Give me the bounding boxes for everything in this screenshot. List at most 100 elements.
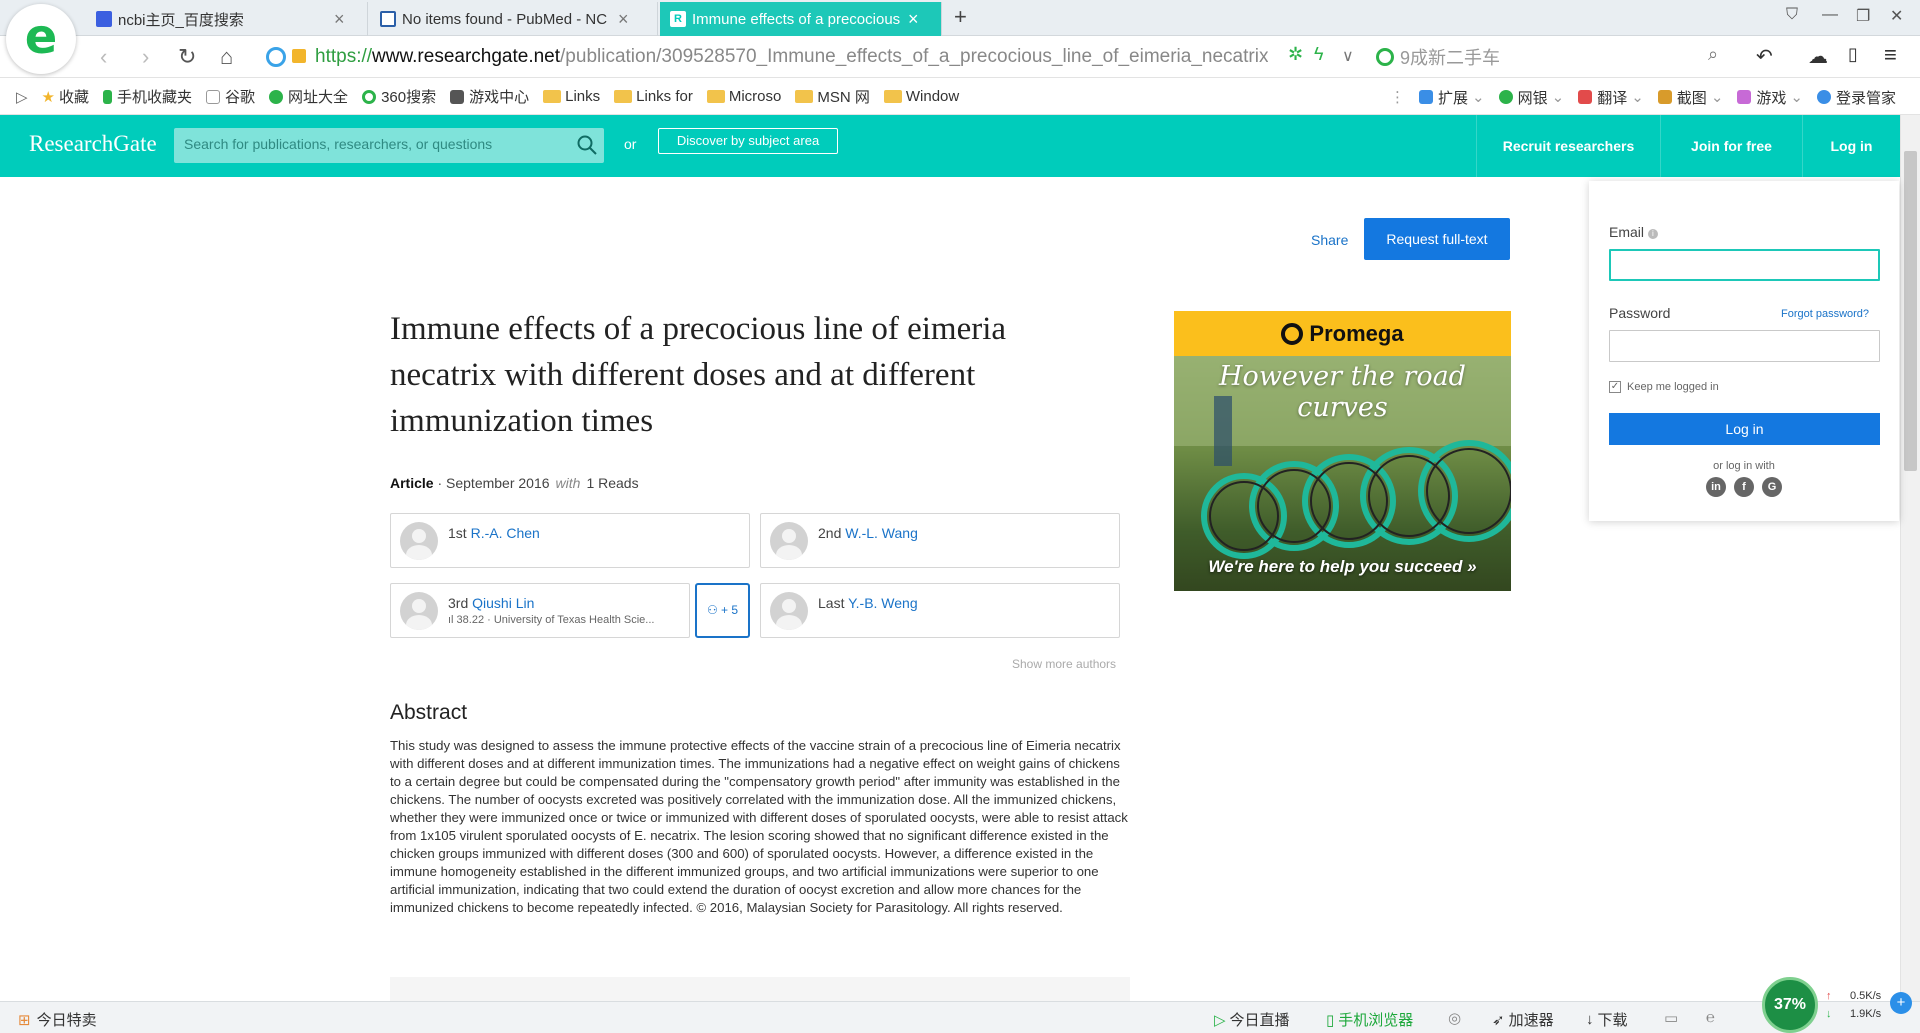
user-icon: ⚇ bbox=[706, 603, 718, 617]
bookmark-google[interactable]: 谷歌 bbox=[206, 86, 255, 107]
info-icon[interactable]: i bbox=[1647, 229, 1658, 239]
gamepad-icon bbox=[1737, 90, 1752, 104]
compass-icon[interactable]: ◎ bbox=[1448, 1009, 1461, 1027]
search-icon[interactable]: ⌕ bbox=[1708, 44, 1718, 65]
daily-deals-link[interactable]: ⊞ 今日特卖 bbox=[18, 1009, 97, 1030]
shirt-icon[interactable]: ⛉ bbox=[1786, 6, 1798, 24]
folder-icon bbox=[706, 90, 725, 103]
bookmarks-bar: ▷ ★ 收藏 手机收藏夹 谷歌 网址大全 360搜索 游戏中心 Links Lin… bbox=[0, 79, 1920, 115]
live-link[interactable]: ▷ 今日直播 bbox=[1214, 1009, 1290, 1030]
bookmark-game-center[interactable]: 游戏中心 bbox=[450, 86, 529, 107]
author-card[interactable]: 2nd W.-L. Wang bbox=[760, 513, 1120, 568]
bookmark-windows[interactable]: Window bbox=[883, 88, 959, 105]
memory-usage-gauge[interactable]: 37% bbox=[1762, 977, 1818, 1033]
author-card[interactable]: 3rd Qiushi Lin ıl 38.22 · University of … bbox=[390, 583, 690, 638]
bookmark-links-for[interactable]: Links for bbox=[614, 88, 693, 105]
avatar bbox=[400, 592, 438, 630]
cloud-icon[interactable]: ☁ bbox=[1808, 44, 1828, 69]
author-name[interactable]: Y.-B. Weng bbox=[848, 595, 918, 611]
join-for-free-link[interactable]: Join for free bbox=[1660, 115, 1802, 177]
author-card[interactable]: 1st R.-A. Chen bbox=[390, 513, 750, 568]
author-name[interactable]: R.-A. Chen bbox=[471, 525, 540, 541]
password-field[interactable] bbox=[1609, 330, 1880, 362]
bookmark-msn[interactable]: MSN 网 bbox=[795, 86, 870, 107]
close-window-button[interactable]: ✕ bbox=[1890, 6, 1903, 26]
ext-extensions[interactable]: 扩展 ⌄ bbox=[1419, 87, 1485, 108]
close-icon[interactable]: × bbox=[334, 9, 345, 30]
linkedin-icon[interactable]: in bbox=[1706, 477, 1726, 497]
recruit-researchers-link[interactable]: Recruit researchers bbox=[1476, 115, 1660, 177]
tab-pubmed[interactable]: No items found - PubMed - NC × bbox=[370, 2, 658, 36]
mobile-browser-link[interactable]: ▯ 手机浏览器 bbox=[1326, 1009, 1413, 1030]
close-icon[interactable]: × bbox=[618, 9, 629, 30]
url-field[interactable]: https://www.researchgate.net/publication… bbox=[315, 42, 1393, 72]
refresh-button[interactable]: ↻ bbox=[178, 44, 196, 70]
accelerator-link[interactable]: ➶ 加速器 bbox=[1492, 1009, 1554, 1030]
more-authors-button[interactable]: ⚇ + 5 bbox=[695, 583, 750, 638]
bookmark-links[interactable]: Links bbox=[543, 88, 600, 105]
bookmark-microsoft[interactable]: Microso bbox=[706, 88, 781, 105]
browser-logo-icon[interactable]: e bbox=[6, 4, 76, 74]
window-icon[interactable]: ▭ bbox=[1664, 1009, 1678, 1027]
site-search-input[interactable]: Search for publications, researchers, or… bbox=[174, 128, 604, 163]
bookmark-site-directory[interactable]: 网址大全 bbox=[269, 86, 348, 107]
email-field[interactable] bbox=[1609, 249, 1880, 281]
search-input[interactable]: 9成新二手车 bbox=[1376, 42, 1726, 72]
tab-researchgate[interactable]: R Immune effects of a precocious × bbox=[660, 2, 942, 36]
notification-icon[interactable]: + bbox=[1890, 992, 1912, 1014]
close-icon[interactable]: × bbox=[908, 9, 919, 30]
forgot-password-link[interactable]: Forgot password? bbox=[1781, 308, 1869, 320]
compat-mode-icon[interactable]: ✲ bbox=[1288, 44, 1303, 65]
baidu-paw-icon bbox=[96, 11, 112, 27]
lightning-icon[interactable]: ϟ bbox=[1314, 44, 1324, 65]
extensions-icon bbox=[1419, 90, 1434, 104]
forward-button[interactable]: › bbox=[142, 44, 149, 70]
ext-login-manager[interactable]: 登录管家 bbox=[1816, 87, 1896, 108]
gift-icon: ⊞ bbox=[18, 1011, 31, 1029]
log-in-link[interactable]: Log in bbox=[1802, 115, 1900, 177]
back-button[interactable]: ‹ bbox=[100, 44, 107, 70]
show-more-authors-link[interactable]: Show more authors bbox=[1012, 657, 1116, 671]
google-icon[interactable]: G bbox=[1762, 477, 1782, 497]
browser-tab-strip: e ncbi主页_百度搜索 × No items found - PubMed … bbox=[0, 0, 1920, 74]
share-link[interactable]: Share bbox=[1311, 232, 1348, 248]
scroll-thumb[interactable] bbox=[1904, 151, 1917, 471]
phone-icon[interactable]: ▯ bbox=[1848, 44, 1858, 65]
login-button[interactable]: Log in bbox=[1609, 413, 1880, 445]
home-button[interactable]: ⌂ bbox=[220, 44, 233, 70]
bookmark-360-search[interactable]: 360搜索 bbox=[362, 86, 436, 107]
folder-icon bbox=[795, 90, 814, 103]
undo-icon[interactable]: ↶ bbox=[1756, 44, 1773, 69]
checkbox-icon[interactable]: ✓ bbox=[1609, 381, 1621, 393]
chevron-down-icon[interactable]: ∨ bbox=[1342, 46, 1354, 66]
tab-baidu[interactable]: ncbi主页_百度搜索 × bbox=[86, 2, 368, 36]
ext-games[interactable]: 游戏 ⌄ bbox=[1737, 87, 1803, 108]
bank-icon bbox=[1498, 90, 1513, 104]
keep-logged-in-checkbox[interactable]: ✓ Keep me logged in bbox=[1609, 381, 1719, 393]
folder-icon bbox=[543, 90, 562, 103]
sidebar-toggle-icon[interactable]: ▷ bbox=[16, 88, 28, 106]
ext-online-bank[interactable]: 网银 ⌄ bbox=[1498, 87, 1564, 108]
ie-icon[interactable]: ℮ bbox=[1706, 1009, 1715, 1026]
site-logo[interactable]: ResearchGate bbox=[29, 131, 157, 157]
page-scrollbar[interactable] bbox=[1900, 115, 1920, 1001]
author-name[interactable]: W.-L. Wang bbox=[845, 525, 918, 541]
search-icon[interactable] bbox=[576, 134, 598, 156]
ext-translate[interactable]: 翻译 ⌄ bbox=[1578, 87, 1644, 108]
minimize-button[interactable]: — bbox=[1822, 6, 1838, 24]
bookmark-mobile[interactable]: 手机收藏夹 bbox=[103, 86, 192, 107]
site-info-icon[interactable] bbox=[266, 47, 286, 67]
author-name[interactable]: Qiushi Lin bbox=[472, 595, 534, 611]
bookmark-favorites[interactable]: ★ 收藏 bbox=[42, 86, 89, 107]
menu-icon[interactable]: ≡ bbox=[1884, 42, 1897, 68]
restore-button[interactable]: ❐ bbox=[1856, 6, 1870, 26]
advertisement[interactable]: Promega However the road curves We're he… bbox=[1174, 311, 1511, 591]
request-fulltext-button[interactable]: Request full-text bbox=[1364, 218, 1510, 260]
facebook-icon[interactable]: f bbox=[1734, 477, 1754, 497]
more-icon[interactable]: ⋮ bbox=[1390, 88, 1405, 106]
new-tab-button[interactable]: + bbox=[954, 4, 967, 30]
discover-subject-button[interactable]: Discover by subject area bbox=[658, 128, 838, 154]
ext-screenshot[interactable]: 截图 ⌄ bbox=[1657, 87, 1723, 108]
author-card[interactable]: Last Y.-B. Weng bbox=[760, 583, 1120, 638]
download-link[interactable]: ↓ 下载 bbox=[1586, 1009, 1628, 1030]
